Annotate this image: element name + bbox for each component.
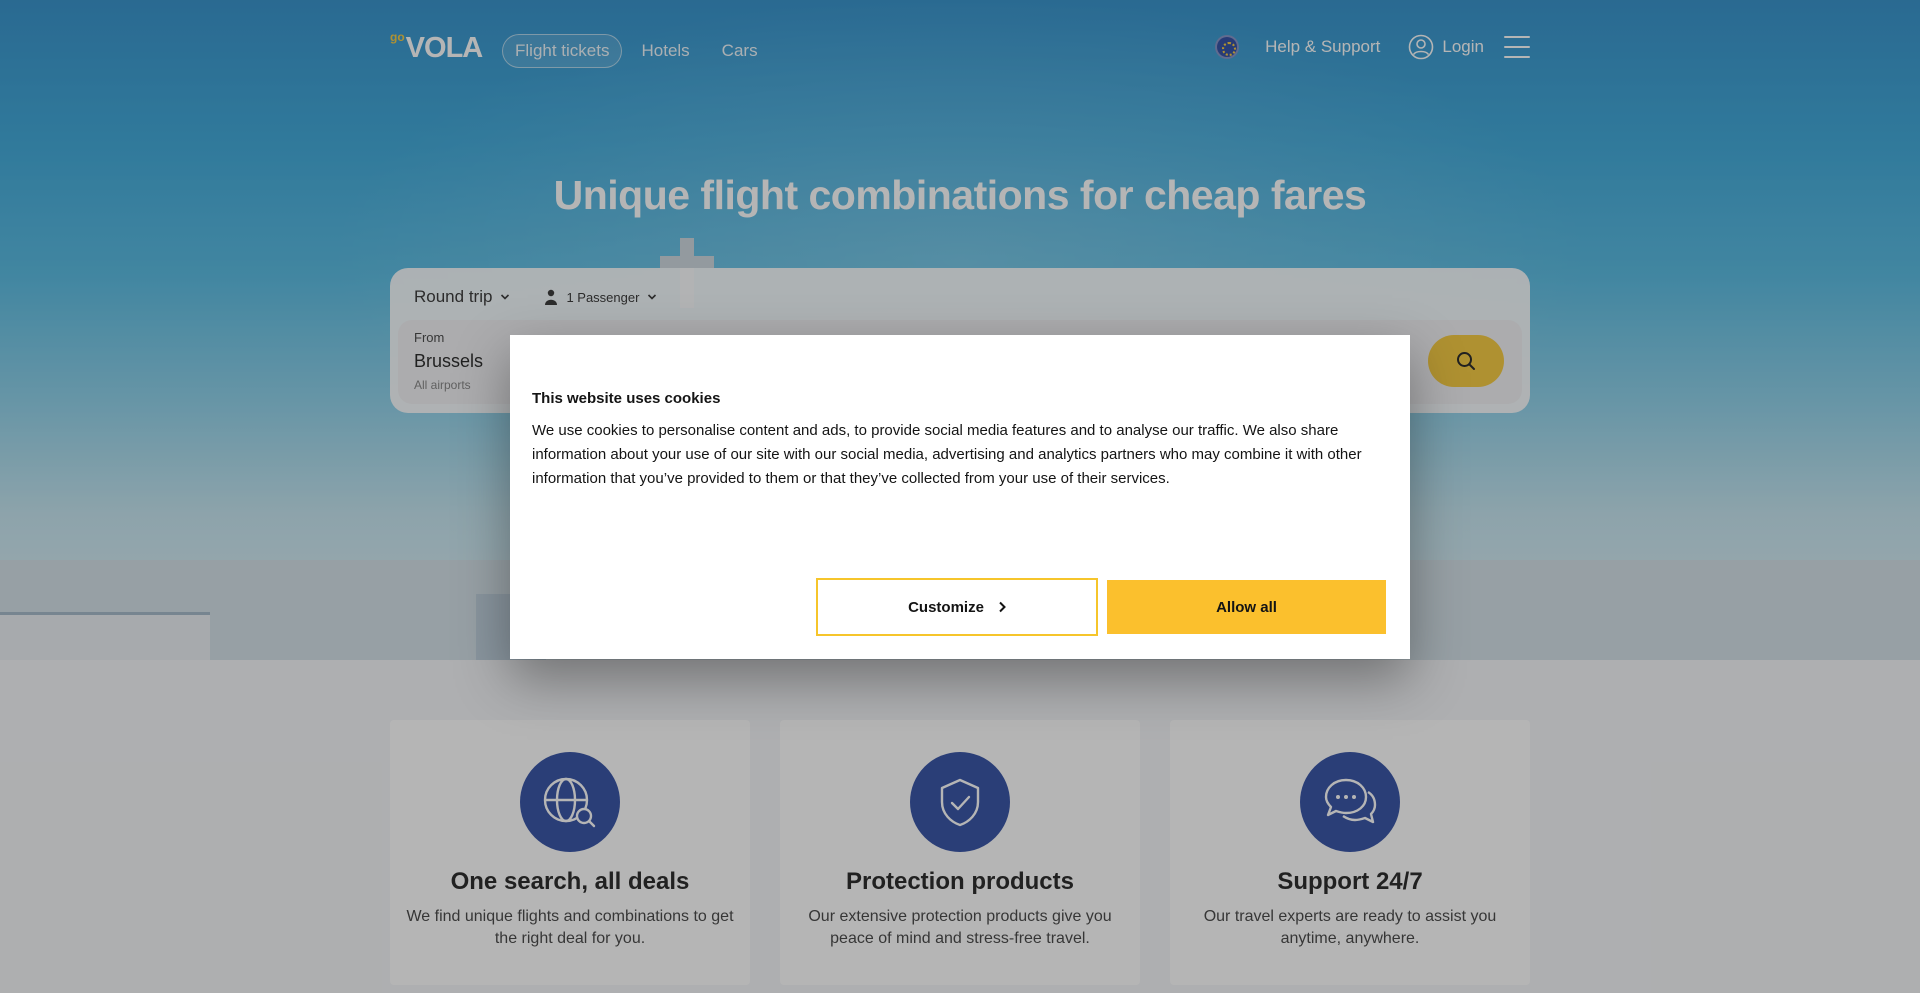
cookie-body: We use cookies to personalise content an… [532, 422, 1362, 487]
chevron-right-icon [999, 601, 1006, 613]
customize-button[interactable]: Customize [816, 578, 1098, 636]
allow-all-button[interactable]: Allow all [1107, 580, 1386, 634]
cookie-consent-dialog: This website uses cookies We use cookies… [510, 335, 1410, 659]
cookie-title: This website uses cookies [532, 390, 721, 407]
customize-label: Customize [908, 598, 984, 616]
